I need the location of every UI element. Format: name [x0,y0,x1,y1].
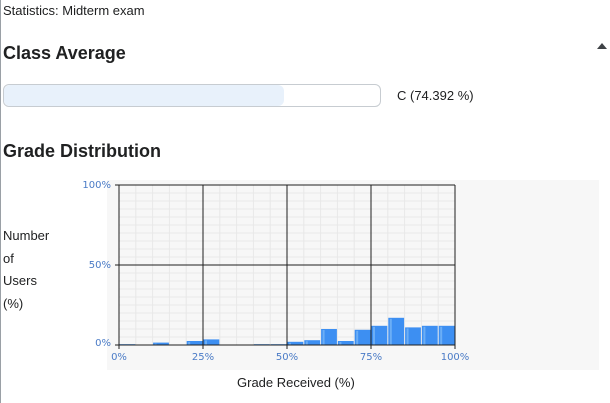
histogram-bar-highlight [373,326,375,345]
y-axis-label-line: Users [3,273,37,288]
grade-distribution-chart: 0% 25% 50% 75% 100% 0% 50% 100% [82,180,599,370]
x-tick-label: 0% [111,352,127,363]
x-tick-label: 25% [192,352,214,363]
histogram-bar-highlight [322,330,325,345]
y-axis-label-line: of [3,250,14,266]
scroll-up-arrow-icon[interactable] [597,43,607,49]
y-axis-label-line: Number [3,228,50,243]
y-axis-label-line: (%) [3,295,24,311]
x-tick-label: 50% [276,352,298,363]
grade-distribution-heading: Grade Distribution [3,141,162,161]
x-tick-label: 100% [441,352,470,363]
histogram-bar-highlight [440,326,443,345]
chart-x-axis-label: Grade Received (%) [237,375,355,390]
x-tick-label: 75% [360,352,382,363]
y-tick-label: 100% [82,180,111,191]
histogram-bar-highlight [356,330,359,345]
page: Statistics: Midterm exam Class Average C… [0,0,610,403]
y-tick-label: 0% [95,338,111,349]
histogram-bar-highlight [406,328,409,345]
class-average-value: C (74.392 %) [397,88,474,103]
class-average-heading: Class Average [3,43,126,63]
breadcrumb: Statistics: Midterm exam [3,3,145,18]
histogram-bar-highlight [423,326,426,345]
class-average-progress-fill [4,85,284,106]
chart-y-axis-label: Number of Users (%) [3,225,63,315]
class-average-progress-bar [3,84,381,107]
y-tick-label: 50% [89,260,111,271]
histogram-bar-highlight [205,340,207,345]
histogram-bar-highlight [389,318,392,345]
histogram-bar-highlight [305,341,308,345]
